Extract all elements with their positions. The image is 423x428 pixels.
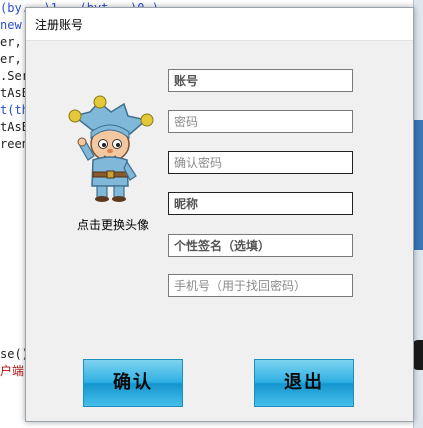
nickname-input[interactable] bbox=[168, 192, 353, 215]
code-line: er, bbox=[0, 35, 22, 49]
jester-avatar-icon bbox=[68, 95, 154, 202]
phone-input[interactable] bbox=[168, 274, 353, 297]
confirm-password-input[interactable] bbox=[168, 151, 353, 174]
code-line: er, bbox=[0, 52, 22, 66]
exit-button[interactable]: 退出 bbox=[254, 359, 354, 407]
code-line: new bbox=[0, 18, 22, 32]
editor-scroll-strip bbox=[412, 0, 423, 428]
code-line: 户端 bbox=[0, 364, 25, 378]
confirm-button[interactable]: 确认 bbox=[83, 359, 183, 407]
password-input[interactable] bbox=[168, 110, 353, 133]
editor-side-panel bbox=[414, 120, 423, 250]
account-input[interactable] bbox=[168, 69, 353, 92]
dialog-titlebar[interactable]: 注册账号 bbox=[26, 8, 413, 41]
avatar-button[interactable] bbox=[66, 94, 156, 204]
avatar-caption[interactable]: 点击更换头像 bbox=[48, 216, 178, 233]
signature-input[interactable] bbox=[168, 234, 353, 257]
dialog-title: 注册账号 bbox=[35, 18, 84, 32]
register-dialog: 注册账号 点击更换头像 账号 昵称 个性签名（选填） 手机号（用于找回密码） 确… bbox=[25, 7, 414, 422]
